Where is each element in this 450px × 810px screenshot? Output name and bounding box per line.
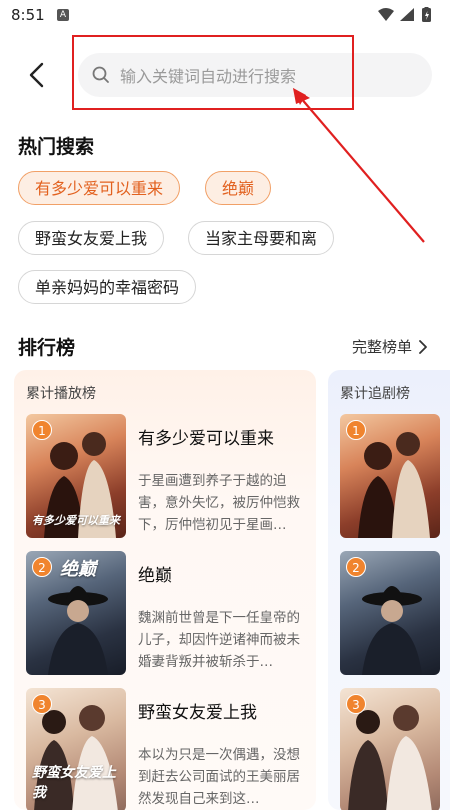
annotation-highlight-box [72, 35, 354, 110]
hot-tag-1[interactable]: 有多少爱可以重来 [18, 171, 181, 205]
poster-image: 2 [340, 551, 440, 675]
poster-title-art: 有多少爱可以重来 [32, 514, 120, 527]
hot-search-title: 热门搜索 [18, 136, 95, 158]
hot-tag-2[interactable]: 绝巅 [205, 171, 272, 205]
status-time: 8:51 [11, 6, 45, 24]
notification-icon: A [57, 9, 69, 21]
poster-image: 绝巅 2 [26, 551, 126, 675]
hot-tag-5[interactable]: 单亲妈妈的幸福密码 [18, 270, 197, 304]
list-item[interactable]: 3 [340, 688, 450, 810]
status-icons [378, 7, 440, 23]
ranking-title: 排行榜 [18, 337, 76, 359]
item-title: 野蛮女友爱上我 [138, 703, 257, 723]
rank-badge: 2 [346, 557, 366, 577]
rank-badge: 3 [346, 694, 366, 714]
hot-tag-4[interactable]: 当家主母要和离 [188, 221, 335, 255]
back-button[interactable] [20, 58, 56, 94]
full-list-link[interactable]: 完整榜单 [352, 336, 428, 357]
list-item[interactable]: 1 [340, 414, 450, 540]
item-title: 绝巅 [138, 566, 172, 586]
rank-badge: 3 [32, 694, 52, 714]
panel-title: 累计播放榜 [26, 386, 96, 402]
list-item[interactable]: 野蛮女友爱上我 3 野蛮女友爱上我 本以为只是一次偶遇，没想到赶去公司面试的王美… [26, 688, 316, 810]
item-description: 魏渊前世曾是下一任皇帝的儿子，却因忤逆诸神而被未婚妻背叛并被斩杀于… [138, 610, 300, 670]
panel-title: 累计追剧榜 [340, 386, 410, 402]
chevron-right-icon [419, 339, 427, 354]
ranking-panel-play: 累计播放榜 有多少爱可以重来 1 有多少爱可以重来 于星画遭到养子于越的迫害，意… [14, 370, 316, 810]
list-item[interactable]: 有多少爱可以重来 1 有多少爱可以重来 于星画遭到养子于越的迫害，意外失忆，被厉… [26, 414, 316, 540]
item-description: 于星画遭到养子于越的迫害，意外失忆，被厉仲恺救下，厉仲恺初见于星画… [138, 473, 300, 533]
poster-image: 野蛮女友爱上我 3 [26, 688, 126, 810]
ranking-panel-follow: 累计追剧榜 1 2 3 [328, 370, 450, 810]
battery-icon [422, 7, 431, 22]
poster-title-art: 野蛮女友爱上我 [32, 765, 116, 801]
full-list-label: 完整榜单 [351, 338, 412, 356]
rank-badge: 1 [346, 420, 366, 440]
list-item[interactable]: 2 [340, 551, 450, 677]
rank-badge: 2 [32, 557, 52, 577]
poster-image: 1 [340, 414, 440, 538]
wifi-icon [378, 8, 394, 21]
poster-title-art: 绝巅 [60, 559, 96, 580]
rank-badge: 1 [32, 420, 52, 440]
status-bar: 8:51 A [0, 0, 450, 32]
hot-tag-3[interactable]: 野蛮女友爱上我 [18, 221, 165, 255]
list-item[interactable]: 绝巅 2 绝巅 魏渊前世曾是下一任皇帝的儿子，却因忤逆诸神而被未婚妻背叛并被斩杀… [26, 551, 316, 677]
item-description: 本以为只是一次偶遇，没想到赶去公司面试的王美丽居然发现自己来到这… [138, 747, 300, 807]
chevron-left-icon [29, 62, 44, 88]
item-title: 有多少爱可以重来 [138, 429, 274, 449]
poster-image: 有多少爱可以重来 1 [26, 414, 126, 538]
signal-icon [400, 8, 414, 21]
poster-image: 3 [340, 688, 440, 810]
